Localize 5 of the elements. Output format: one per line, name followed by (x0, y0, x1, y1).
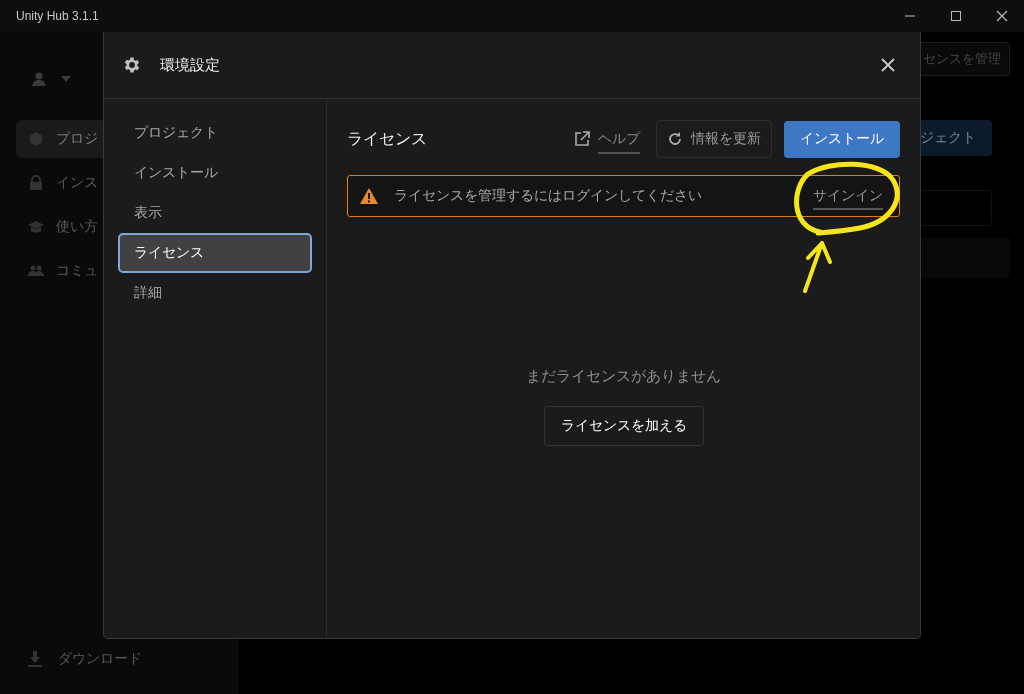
page-title: ライセンス (347, 128, 427, 150)
empty-state-message: まだライセンスがありません (526, 367, 721, 386)
dialog-title: 環境設定 (160, 55, 220, 75)
window-title: Unity Hub 3.1.1 (16, 9, 99, 23)
warning-message: ライセンスを管理するにはログインしてください (394, 187, 703, 205)
